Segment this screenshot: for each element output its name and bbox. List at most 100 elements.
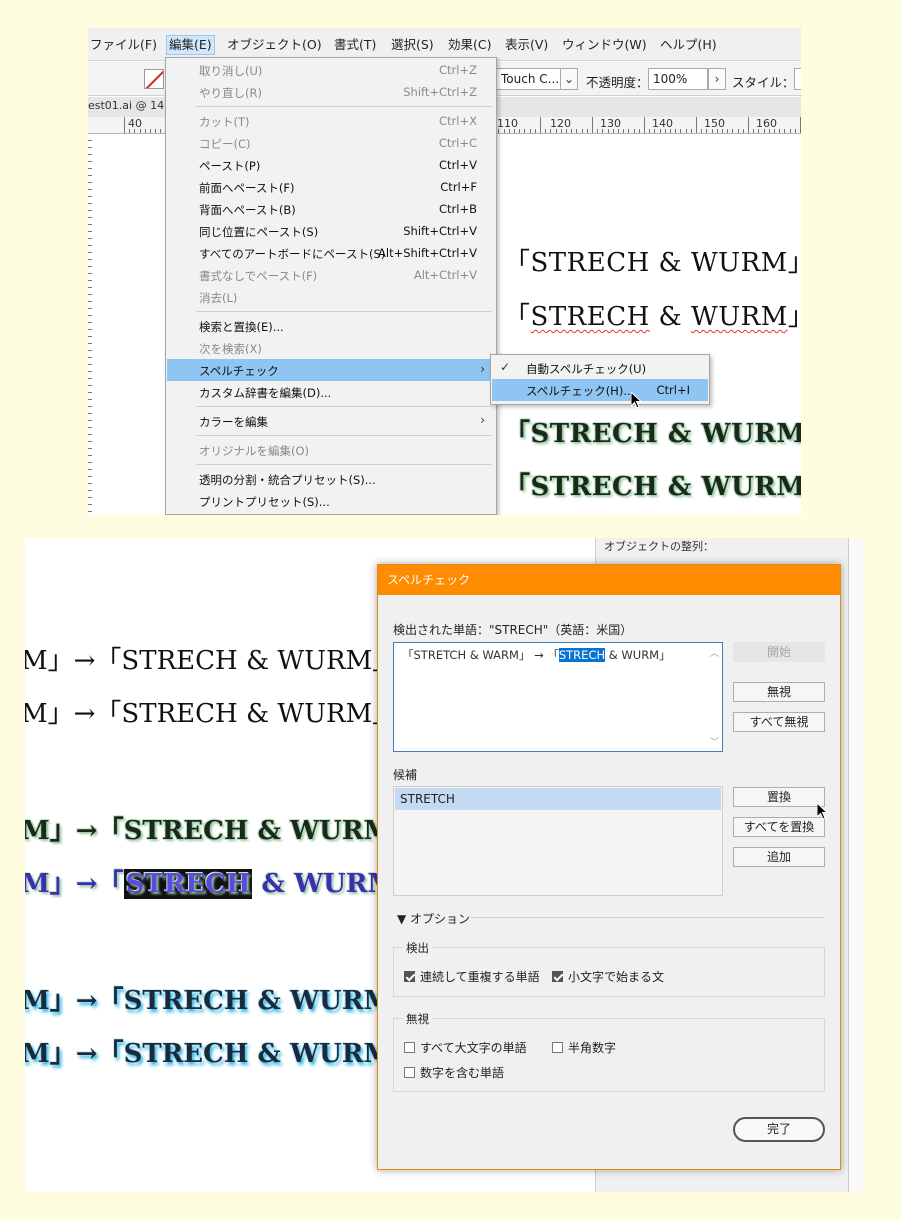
menu-item-find-replace[interactable]: 検索と置換(E)... [167,315,495,337]
ruler-tick [530,129,531,133]
halfwidth-numbers-checkbox[interactable]: 半角数字 [552,1039,616,1056]
menu-item-copy[interactable]: コピー(C) Ctrl+C [167,132,495,154]
all-caps-checkbox[interactable]: すべて大文字の単語 [404,1039,527,1056]
options-toggle[interactable]: ▼ オプション [397,910,470,927]
menu-item-paste[interactable]: ペースト(P) Ctrl+V [167,154,495,176]
suggestion-item[interactable]: STRETCH [395,788,721,810]
ruler-tick [706,129,707,133]
ruler-tick [582,129,583,133]
ignore-button[interactable]: 無視 [733,682,825,702]
misspelled-word: WURM [690,302,788,332]
scroll-up-icon[interactable]: ︿ [710,646,719,659]
suggestions-list[interactable]: STRETCH [393,786,723,896]
art-text-line-shadow[interactable]: 「STRECH & WURM」 [504,466,801,503]
menu-item-find-next[interactable]: 次を検索(X) [167,337,495,359]
menu-select[interactable]: 選択(S) [389,35,436,55]
canvas-text-line-selected[interactable]: M」→「STRECH & WURM」 [25,863,422,900]
menu-item-transparency-presets[interactable]: 透明の分割・統合プリセット(S)... [167,468,495,490]
menu-help[interactable]: ヘルプ(H) [658,35,719,55]
menu-edit[interactable]: 編集(E) [166,35,215,55]
done-button[interactable]: 完了 [733,1117,825,1142]
menu-item-edit-colors[interactable]: カラーを編集 › [167,410,495,432]
ruler-tick [795,129,796,133]
dialog-title-bar[interactable]: スペルチェック [378,565,840,595]
menu-item-redo[interactable]: やり直し(R) Shift+Ctrl+Z [167,81,495,103]
ruler-tick [800,117,801,133]
ruler-tick [753,129,754,133]
menu-item-cut[interactable]: カット(T) Ctrl+X [167,110,495,132]
canvas-text-line-shadow[interactable]: M」→「STRECH & WURM」 [25,980,418,1017]
ignore-group: 無視 すべて大文字の単語 半角数字 数字を含む単語 [393,1011,825,1092]
menu-window[interactable]: ウィンドウ(W) [560,35,649,55]
menu-item-paste-all-artboards[interactable]: すべてのアートボードにペースト(S) Alt+Shift+Ctrl+V [167,242,495,264]
checkbox-unchecked-icon [404,1067,415,1078]
menu-item-edit-custom-dictionary[interactable]: カスタム辞書を編集(D)... [167,381,495,403]
words-with-numbers-checkbox[interactable]: 数字を含む単語 [404,1064,504,1081]
menu-item-spellcheck[interactable]: スペルチェック › [167,359,495,381]
suggestions-label: 候補 [393,768,418,782]
scroll-down-icon[interactable]: ﹀ [710,735,719,748]
menu-item-paste-unformatted[interactable]: 書式なしでペースト(F) Alt+Ctrl+V [167,264,495,286]
ruler-tick [644,117,645,133]
ruler-tick [566,129,567,133]
canvas-text-line-shadow[interactable]: M」→「STRECH & WURM」 [25,1033,418,1070]
menu-item-paste-in-place[interactable]: 同じ位置にペースト(S) Shift+Ctrl+V [167,220,495,242]
ruler-tick [509,129,510,133]
menu-item-auto-spellcheck[interactable]: ✓ 自動スペルチェック(U) [492,357,708,379]
menu-file[interactable]: ファイル(F) [88,35,159,55]
document-tab[interactable]: est01.ai @ 145 [88,99,171,112]
ruler-tick [764,129,765,133]
menu-item-edit-original[interactable]: オリジナルを編集(O) [167,439,495,461]
art-text-line-shadow[interactable]: 「STRECH & WURM」 [504,413,801,450]
spellcheck-dialog: スペルチェック 検出された単語："STRECH"（英語：米国） 「STRETCH… [377,564,841,1170]
add-button[interactable]: 追加 [733,847,825,867]
menu-object[interactable]: オブジェクト(O) [225,35,324,55]
menu-effect[interactable]: 効果(C) [446,35,493,55]
replace-all-button[interactable]: すべてを置換 [733,817,825,837]
checkbox-unchecked-icon [552,1042,563,1053]
replace-button[interactable]: 置換 [733,787,825,807]
brush-dropdown[interactable]: Touch C... [496,68,570,90]
ruler-tick [680,129,681,133]
chevron-right-icon[interactable]: › [708,68,726,90]
ruler-tick [686,129,687,133]
ruler-tick [608,129,609,133]
context-text-box[interactable]: 「STRETCH & WARM」 → 「STRECH & WURM」 ︿ ﹀ [393,642,723,752]
canvas-text-line[interactable]: M」→「STRECH & WURM」 [25,693,398,730]
ruler-tick [129,129,130,133]
ruler-tick [576,129,577,133]
ruler-tick [779,129,780,133]
canvas-text-line[interactable]: M」→「STRECH & WURM」 [25,640,398,677]
ruler-tick [784,129,785,133]
chevron-down-icon[interactable]: ⌄ [560,68,578,90]
menu-item-undo[interactable]: 取り消し(U) Ctrl+Z [167,59,495,81]
art-text-line[interactable]: 「STRECH & WURM」 [504,242,801,279]
menu-item-clear[interactable]: 消去(L) [167,286,495,308]
repeated-words-checkbox[interactable]: 連続して重複する単語 [404,968,540,985]
menu-item-paste-back[interactable]: 背面へペースト(B) Ctrl+B [167,198,495,220]
ruler-tick [665,129,666,133]
style-dropdown[interactable] [794,68,801,90]
canvas-text-line-shadow[interactable]: M」→「STRECH & WURM」 [25,810,418,847]
opacity-field[interactable]: 100% [648,68,708,90]
start-button[interactable]: 開始 [733,642,825,662]
ruler-tick [639,129,640,133]
ruler-tick [660,129,661,133]
menu-view[interactable]: 表示(V) [503,35,550,55]
art-text-line-spellcheck[interactable]: 「STRECH & WURM」 [504,296,801,333]
stroke-none-swatch[interactable] [144,69,164,89]
align-panel-title: オブジェクトの整列： [604,540,714,553]
menu-separator [196,311,492,312]
ruler-tick [701,129,702,133]
menu-type[interactable]: 書式(T) [332,35,378,55]
menu-item-print-presets[interactable]: プリントプリセット(S)... [167,490,495,512]
ignore-all-button[interactable]: すべて無視 [733,712,825,732]
ruler-tick [145,129,146,133]
menu-item-spellcheck-dialog[interactable]: スペルチェック(H)... Ctrl+I [492,379,708,401]
lowercase-start-checkbox[interactable]: 小文字で始まる文 [552,968,664,985]
ruler-tick [550,129,551,133]
ruler-tick [628,129,629,133]
menu-item-paste-front[interactable]: 前面へペースト(F) Ctrl+F [167,176,495,198]
ruler-tick [743,129,744,133]
ruler-tick [155,129,156,133]
